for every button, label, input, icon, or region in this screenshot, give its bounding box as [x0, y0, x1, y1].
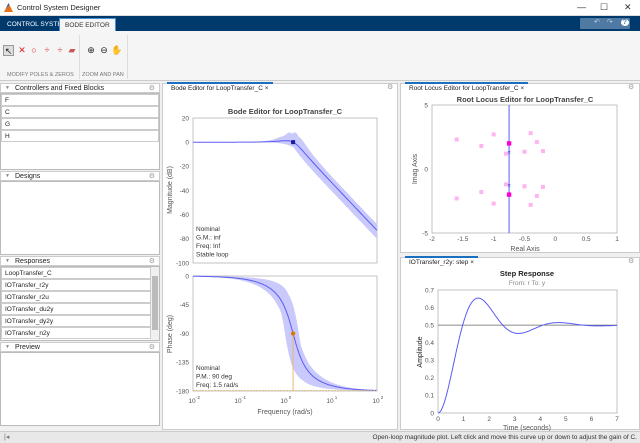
y-tick-label: 5: [424, 102, 428, 109]
x-tick-label: 10: [280, 398, 288, 405]
closed-loop-pole-marker: [506, 141, 512, 146]
y-tick-label: 20: [182, 115, 190, 122]
uncertain-pole-marker: [454, 196, 459, 201]
y-tick-label: 0.7: [425, 287, 434, 294]
uncertain-pole-marker: [541, 149, 545, 154]
uncertain-pole-marker: [541, 184, 545, 189]
phase-annotation: Freq: 1.5 rad/s: [196, 382, 239, 389]
y-tick-label: 0.4: [425, 340, 434, 347]
y-tick-label: -20: [180, 164, 190, 171]
y-tick-label: 0.6: [425, 305, 434, 312]
y-tick-label: -60: [180, 212, 190, 219]
uncertain-pole-marker: [528, 131, 533, 136]
x-tick-label: 2: [487, 416, 491, 423]
magnitude-annotation: Stable loop: [196, 252, 229, 259]
uncertain-pole-marker: [534, 193, 539, 198]
magnitude-ylabel: Magnitude (dB): [167, 166, 174, 214]
phase-annotation: Nominal: [196, 365, 220, 372]
y-tick-label: -100: [176, 260, 189, 267]
x-tick-label: 5: [564, 416, 568, 423]
root-locus-axes: [431, 104, 618, 234]
y-tick-label: 0: [185, 273, 189, 280]
step-title: Step Response: [500, 269, 554, 278]
phase-ylabel: Phase (deg): [167, 315, 174, 353]
x-tick-label: 7: [615, 416, 619, 423]
phase-annotation: P.M.: 90 deg: [196, 374, 232, 381]
gain-marker: [291, 140, 296, 145]
uncertain-pole-marker: [528, 202, 533, 207]
x-tick-label: 0: [436, 416, 440, 423]
x-tick-label: 1: [462, 416, 466, 423]
uncertain-pole-marker: [534, 140, 539, 145]
x-tick-label: 3: [513, 416, 517, 423]
x-tick-label: 10: [326, 398, 334, 405]
uncertain-pole-marker: [479, 190, 484, 195]
x-tick-label: -2: [429, 236, 435, 243]
y-tick-label: 0.2: [425, 375, 434, 382]
step-subtitle: From: r To: y: [509, 280, 546, 287]
y-tick-label: -5: [422, 230, 428, 237]
root-locus-title: Root Locus Editor for LoopTransfer_C: [457, 95, 594, 104]
step-axes: [437, 289, 618, 414]
x-tick-label: -0.5: [519, 236, 531, 243]
y-tick-label: 0.3: [425, 358, 434, 365]
open-loop-pole-marker: ×: [507, 184, 511, 190]
x-tick-label: 4: [538, 416, 542, 423]
uncertain-pole-marker: [479, 143, 484, 148]
phase-margin-marker: [290, 331, 296, 336]
x-tick-exponent: -2: [196, 395, 200, 400]
x-tick-exponent: 0: [289, 395, 292, 400]
x-tick-label: 6: [590, 416, 594, 423]
y-tick-label: 0: [430, 410, 434, 417]
phase-xlabel: Frequency (rad/s): [257, 409, 312, 416]
x-tick-label: 1: [615, 236, 619, 243]
y-tick-label: 0: [424, 166, 428, 173]
y-tick-label: -45: [180, 302, 190, 309]
magnitude-annotation: Nominal: [196, 226, 220, 233]
uncertain-pole-marker: [491, 201, 496, 206]
x-tick-label: -1: [491, 236, 497, 243]
x-tick-label: -1.5: [457, 236, 469, 243]
uncertain-pole-marker: [522, 184, 527, 189]
status-message: Open-loop magnitude plot. Left click and…: [372, 434, 638, 441]
magnitude-annotation: Freq: Inf: [196, 243, 220, 250]
bode-title: Bode Editor for LoopTransfer_C: [228, 107, 343, 116]
closed-loop-pole-marker: [506, 192, 512, 197]
x-tick-exponent: 1: [335, 395, 338, 400]
x-tick-exponent: 2: [381, 395, 384, 400]
x-tick-label: 0.5: [582, 236, 591, 243]
x-tick-exponent: -1: [242, 395, 246, 400]
y-tick-label: -135: [176, 360, 189, 367]
y-tick-label: -80: [180, 236, 190, 243]
y-tick-label: 0: [185, 139, 189, 146]
x-tick-label: 10: [234, 398, 242, 405]
uncertain-pole-marker: [522, 149, 527, 154]
status-bar: |◂ Open-loop magnitude plot. Left click …: [0, 431, 640, 443]
open-loop-pole-marker: ×: [507, 150, 511, 156]
plots-canvas: Bode Editor for LoopTransfer_C200-20-40-…: [167, 95, 619, 432]
root-locus-ylabel: Imag Axis: [412, 153, 419, 184]
x-tick-label: 0: [554, 236, 558, 243]
magnitude-annotation: G.M.: inf: [196, 235, 221, 242]
x-tick-label: 10: [372, 398, 380, 405]
y-tick-label: 0.5: [425, 322, 434, 329]
step-ylabel: Amplitude: [417, 336, 424, 367]
y-tick-label: -40: [180, 188, 190, 195]
y-tick-label: -90: [180, 331, 190, 338]
y-tick-label: -180: [176, 388, 189, 395]
uncertain-pole-marker: [454, 137, 459, 142]
uncertain-pole-marker: [491, 132, 496, 137]
x-tick-label: 10: [188, 398, 196, 405]
root-locus-xlabel: Real Axis: [510, 246, 540, 253]
y-tick-label: 0.1: [425, 393, 434, 400]
collapse-panel-icon[interactable]: |◂: [4, 433, 9, 441]
